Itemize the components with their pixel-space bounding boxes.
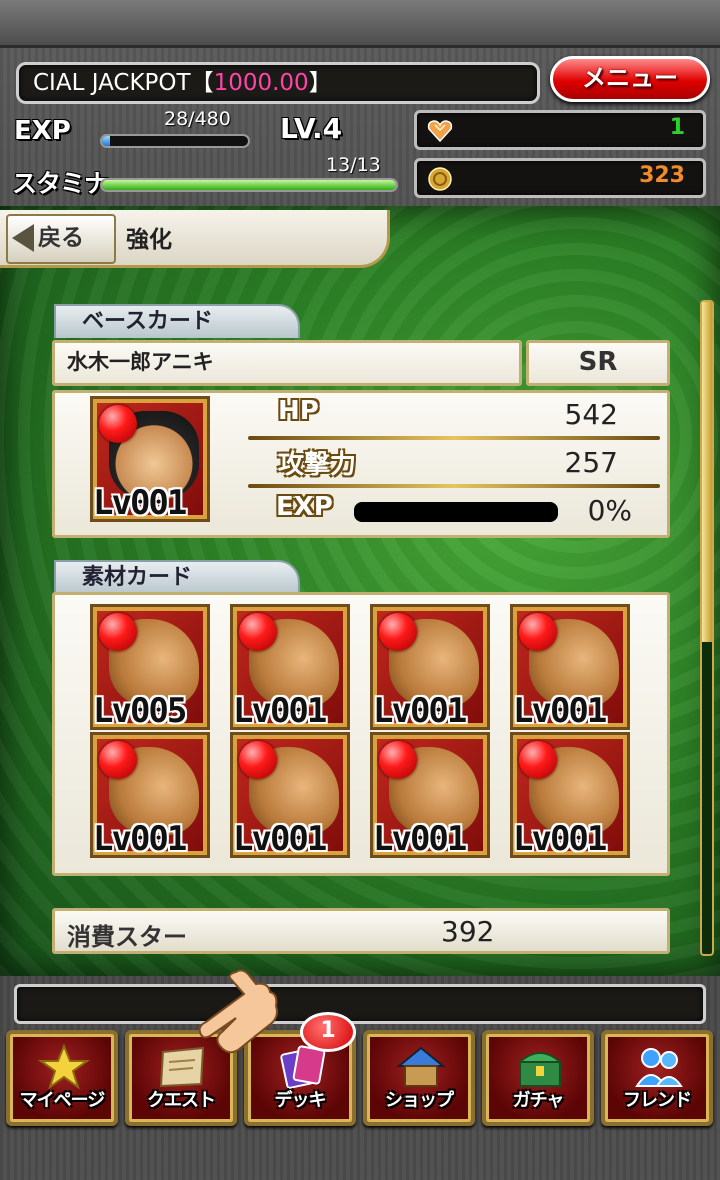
scrollbar-thumb[interactable] xyxy=(702,302,712,642)
stat-divider xyxy=(248,484,660,488)
material-card-level: Lv001 xyxy=(373,691,467,730)
house-icon xyxy=(396,1046,446,1087)
base-card-rarity: SR xyxy=(526,340,670,386)
star-icon xyxy=(38,1044,90,1090)
page-title: 強化 xyxy=(126,227,172,253)
material-card[interactable]: Lv005 xyxy=(90,604,210,730)
material-card-tab: 素材カード xyxy=(54,560,300,594)
top-strip xyxy=(0,0,720,48)
deck-notification-badge: 1 xyxy=(300,1012,356,1052)
gem-counter: 1 xyxy=(414,110,706,150)
coin-icon xyxy=(428,167,452,191)
nav-label: フレンド xyxy=(623,1090,692,1111)
nav-label: マイページ xyxy=(19,1090,106,1111)
back-arrow-icon xyxy=(12,224,34,252)
material-card-level: Lv001 xyxy=(233,819,327,858)
nav-label: ショップ xyxy=(385,1090,454,1111)
material-card-level: Lv001 xyxy=(233,691,327,730)
heart-gem-icon xyxy=(427,120,453,143)
ticker-prefix: CIAL JACKPOT【 xyxy=(33,70,214,96)
attack-value: 257 xyxy=(564,446,618,479)
back-label: 戻る xyxy=(38,225,84,251)
fire-element-orb-icon xyxy=(99,613,137,651)
material-card-level: Lv001 xyxy=(93,819,187,858)
exp-label: EXP xyxy=(14,116,71,146)
material-card-level: Lv001 xyxy=(513,819,607,858)
nav-button-3[interactable]: ショップ xyxy=(363,1030,475,1126)
message-bar xyxy=(14,984,706,1024)
material-card-level: Lv005 xyxy=(93,691,187,730)
treasure-chest-icon xyxy=(517,1052,563,1087)
exp-value: 28/480 xyxy=(164,108,231,130)
menu-button[interactable]: メニュー xyxy=(550,56,710,102)
exp-bar xyxy=(100,134,250,148)
hp-label: HP xyxy=(278,396,319,426)
base-exp-percent: 0% xyxy=(587,494,632,527)
fire-element-orb-icon xyxy=(519,741,557,779)
base-card-level: Lv001 xyxy=(93,483,187,522)
star-cost-row: 消費スター 392 xyxy=(52,908,670,954)
stamina-bar xyxy=(100,178,398,192)
nav-button-4[interactable]: ガチャ xyxy=(482,1030,594,1126)
nav-button-5[interactable]: フレンド xyxy=(601,1030,713,1126)
coin-counter: 323 xyxy=(414,158,706,198)
material-card-level: Lv001 xyxy=(373,819,467,858)
coin-count: 323 xyxy=(639,163,685,188)
jackpot-ticker: CIAL JACKPOT【1000.00】 xyxy=(16,62,540,104)
material-card[interactable]: Lv001 xyxy=(370,732,490,858)
nav-label: クエスト xyxy=(147,1090,216,1111)
player-level: LV.4 xyxy=(280,112,343,145)
fire-element-orb-icon xyxy=(379,741,417,779)
nav-button-0[interactable]: マイページ xyxy=(6,1030,118,1126)
fire-element-orb-icon xyxy=(379,613,417,651)
screen: { "header":{ "ticker_prefix":"CIAL JACKP… xyxy=(0,0,720,1180)
fire-element-orb-icon xyxy=(239,613,277,651)
fire-element-orb-icon xyxy=(519,613,557,651)
material-card[interactable]: Lv001 xyxy=(510,732,630,858)
back-button[interactable]: 戻る xyxy=(6,214,116,264)
nav-label: ガチャ xyxy=(512,1090,565,1111)
gem-count: 1 xyxy=(669,115,685,140)
fire-element-orb-icon xyxy=(99,741,137,779)
hp-value: 542 xyxy=(564,398,618,431)
stamina-bar-fill xyxy=(102,180,396,190)
stamina-label: スタミナ xyxy=(12,169,109,198)
material-card-level: Lv001 xyxy=(513,691,607,730)
nav-label: デッキ xyxy=(274,1090,327,1111)
material-card[interactable]: Lv001 xyxy=(370,604,490,730)
stat-divider xyxy=(248,436,660,440)
fire-element-orb-icon xyxy=(239,741,277,779)
jackpot-amount: 1000.00 xyxy=(213,70,309,96)
material-card[interactable]: Lv001 xyxy=(510,604,630,730)
ticker-suffix: 】 xyxy=(308,70,332,96)
base-exp-label: EXP xyxy=(276,492,333,522)
base-card-thumbnail[interactable]: Lv001 xyxy=(90,396,210,522)
material-card[interactable]: Lv001 xyxy=(230,604,350,730)
pointing-hand-icon xyxy=(198,969,278,1054)
fire-element-orb-icon xyxy=(99,405,137,443)
base-card-name: 水木一郎アニキ xyxy=(52,340,522,386)
stamina-value: 13/13 xyxy=(326,154,381,176)
material-card[interactable]: Lv001 xyxy=(230,732,350,858)
attack-label: 攻撃力 xyxy=(278,450,357,480)
exp-bar-fill xyxy=(102,136,111,146)
star-cost-label: 消費スター xyxy=(67,923,187,951)
star-cost-value: 392 xyxy=(441,915,495,948)
base-card-tab: ベースカード xyxy=(54,304,300,338)
friends-icon xyxy=(635,1048,683,1087)
material-card[interactable]: Lv001 xyxy=(90,732,210,858)
